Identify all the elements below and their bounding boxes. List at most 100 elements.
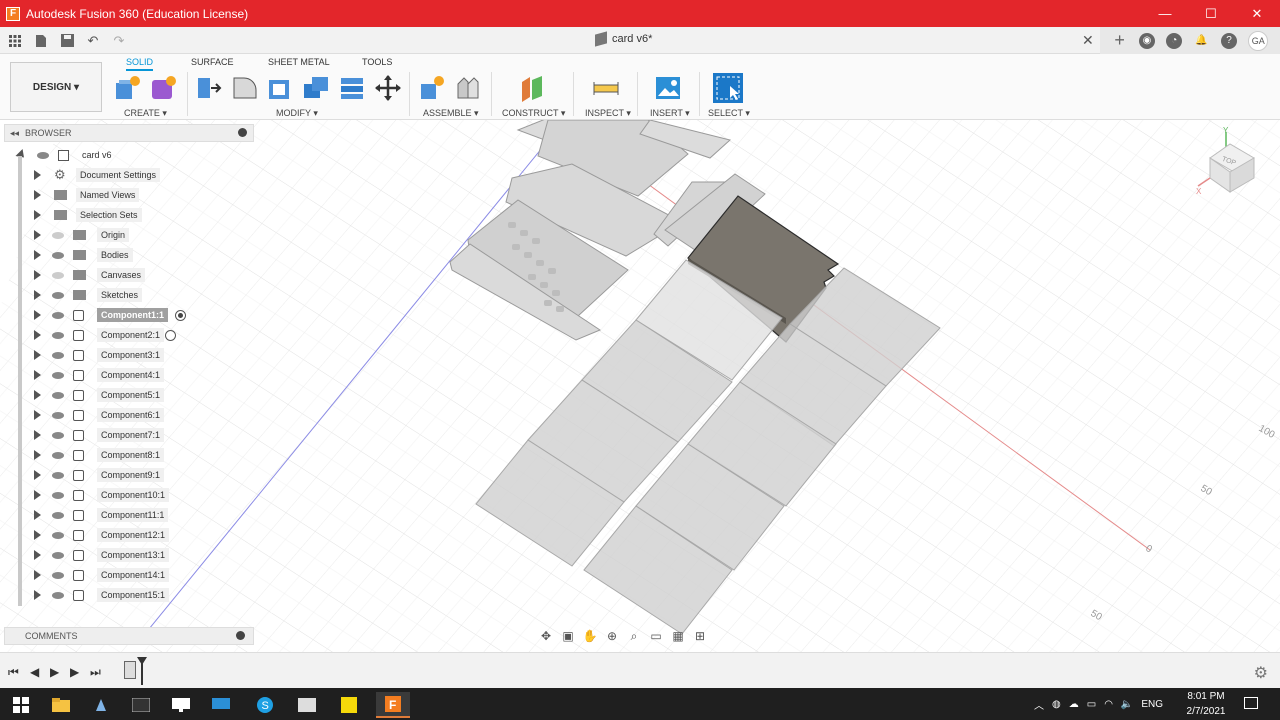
browser-item[interactable]: ⚙ Document Settings (4, 165, 254, 185)
play-icon[interactable]: ▶ (50, 665, 59, 679)
select-menu[interactable]: SELECT ▾ (708, 108, 750, 119)
expand-triangle-icon[interactable] (34, 570, 41, 580)
browser-item[interactable]: Component13:1 (4, 545, 254, 565)
assemble-menu[interactable]: ASSEMBLE ▾ (423, 108, 479, 119)
visibility-eye-icon[interactable] (52, 351, 64, 359)
insert-menu[interactable]: INSERT ▾ (650, 108, 690, 119)
tab-tools[interactable]: TOOLS (362, 57, 392, 67)
browser-item[interactable]: Component15:1 (4, 585, 254, 605)
tab-sheet-metal[interactable]: SHEET METAL (268, 57, 330, 67)
step-back-icon[interactable]: ◀ (30, 665, 39, 679)
new-component-icon[interactable] (113, 74, 141, 102)
browser-item[interactable]: Component1:1 (4, 305, 254, 325)
expand-triangle-icon[interactable] (34, 170, 41, 180)
browser-item[interactable]: Component12:1 (4, 525, 254, 545)
save-icon[interactable] (56, 30, 78, 52)
browser-item[interactable]: Bodies (4, 245, 254, 265)
visibility-eye-icon[interactable] (52, 451, 64, 459)
joint-icon[interactable] (454, 74, 482, 102)
shell-icon[interactable] (266, 74, 294, 102)
new-tab-icon[interactable]: + (1112, 30, 1128, 50)
visibility-eye-icon[interactable] (52, 311, 64, 319)
visibility-eye-icon[interactable] (52, 431, 64, 439)
select-icon[interactable] (712, 72, 744, 104)
expand-triangle-icon[interactable] (34, 450, 41, 460)
combine-icon[interactable] (302, 74, 330, 102)
file-explorer-icon[interactable] (44, 692, 78, 718)
pan-hand-icon[interactable]: ✋ (582, 629, 598, 643)
skype-icon[interactable]: S (248, 692, 282, 718)
move-copy-icon[interactable] (374, 74, 402, 102)
press-pull-icon[interactable] (195, 74, 223, 102)
activate-component-radio[interactable] (175, 309, 186, 321)
expand-triangle-icon[interactable] (34, 210, 41, 220)
visibility-eye-icon[interactable] (52, 331, 64, 339)
collapse-browser-icon[interactable]: ◂◂ (10, 128, 19, 139)
browser-item[interactable]: Component11:1 (4, 505, 254, 525)
expand-triangle-icon[interactable] (34, 510, 41, 520)
create-menu[interactable]: CREATE ▾ (124, 108, 167, 119)
browser-item[interactable]: Component14:1 (4, 565, 254, 585)
expand-triangle-icon[interactable] (34, 230, 41, 240)
viewcube[interactable]: Y TOP X (1196, 122, 1266, 202)
inspect-menu[interactable]: INSPECT ▾ (585, 108, 631, 119)
onedrive-icon[interactable]: ☁ (1069, 699, 1079, 710)
measure-icon[interactable] (592, 74, 620, 102)
expand-triangle-icon[interactable] (34, 250, 41, 260)
expand-triangle-icon[interactable] (34, 490, 41, 500)
browser-item[interactable]: Component3:1 (4, 345, 254, 365)
close-tab-button[interactable]: ✕ (1082, 32, 1094, 49)
visibility-eye-icon[interactable] (52, 411, 64, 419)
taskbar-clock[interactable]: 8:01 PM 2/7/2021 (1180, 689, 1232, 719)
tree-root[interactable]: card v6 (4, 145, 254, 165)
visibility-eye-icon[interactable] (52, 251, 64, 259)
go-to-start-icon[interactable]: ⏮ (8, 665, 19, 680)
visibility-eye-icon[interactable] (37, 151, 49, 159)
expand-triangle-icon[interactable] (34, 330, 41, 340)
fusion-taskbar-icon[interactable]: F (376, 692, 410, 718)
minimize-button[interactable]: — (1142, 0, 1188, 27)
add-comment-icon[interactable] (236, 631, 245, 640)
apps-grid-icon[interactable] (4, 30, 26, 52)
notifications-bell-icon[interactable]: 🔔 (1194, 33, 1210, 49)
comments-panel[interactable]: COMMENTS (4, 627, 254, 645)
expand-triangle-icon[interactable] (34, 390, 41, 400)
browser-item[interactable]: Component9:1 (4, 465, 254, 485)
expand-triangle-icon[interactable] (34, 310, 41, 320)
visibility-eye-icon[interactable] (52, 371, 64, 379)
activate-component-radio[interactable] (165, 329, 176, 341)
visibility-eye-icon[interactable] (52, 291, 64, 299)
windows-start-icon[interactable] (4, 692, 38, 718)
visibility-eye-icon[interactable] (52, 511, 64, 519)
expand-triangle-icon[interactable] (34, 270, 41, 280)
workspace-switcher-button[interactable]: DESIGN ▾ (10, 62, 102, 112)
visibility-eye-icon[interactable] (52, 271, 64, 279)
display-settings-icon[interactable]: ▭ (648, 629, 664, 643)
sticky-notes-icon[interactable] (332, 692, 366, 718)
document-tab[interactable]: card v6* (595, 31, 652, 47)
fillet-icon[interactable] (231, 74, 259, 102)
battery-icon[interactable]: ▭ (1087, 699, 1096, 710)
app-icon-4[interactable] (164, 692, 198, 718)
expand-triangle-icon[interactable] (34, 290, 41, 300)
redo-icon[interactable]: ↷ (108, 30, 130, 52)
insert-image-icon[interactable] (654, 74, 682, 102)
construct-menu[interactable]: CONSTRUCT ▾ (502, 108, 565, 119)
wifi-icon[interactable]: ◠ (1104, 699, 1113, 710)
browser-minimize-icon[interactable] (238, 128, 247, 137)
look-at-icon[interactable]: ▣ (560, 629, 576, 643)
browser-item[interactable]: Sketches (4, 285, 254, 305)
modify-menu[interactable]: MODIFY ▾ (276, 108, 318, 119)
tab-surface[interactable]: SURFACE (191, 57, 234, 67)
orbit-icon[interactable]: ✥ (538, 629, 554, 643)
expand-triangle-icon[interactable] (34, 370, 41, 380)
visibility-eye-icon[interactable] (52, 591, 64, 599)
step-forward-icon[interactable]: ▶ (70, 665, 79, 679)
volume-icon[interactable]: 🔈 (1121, 699, 1133, 710)
help-icon[interactable]: ? (1220, 32, 1237, 49)
browser-item[interactable]: Component7:1 (4, 425, 254, 445)
extensions-icon[interactable]: ◉ (1138, 32, 1155, 49)
create-form-icon[interactable] (149, 74, 177, 102)
grid-settings-icon[interactable]: ▦ (670, 629, 686, 643)
expand-triangle-icon[interactable] (34, 410, 41, 420)
